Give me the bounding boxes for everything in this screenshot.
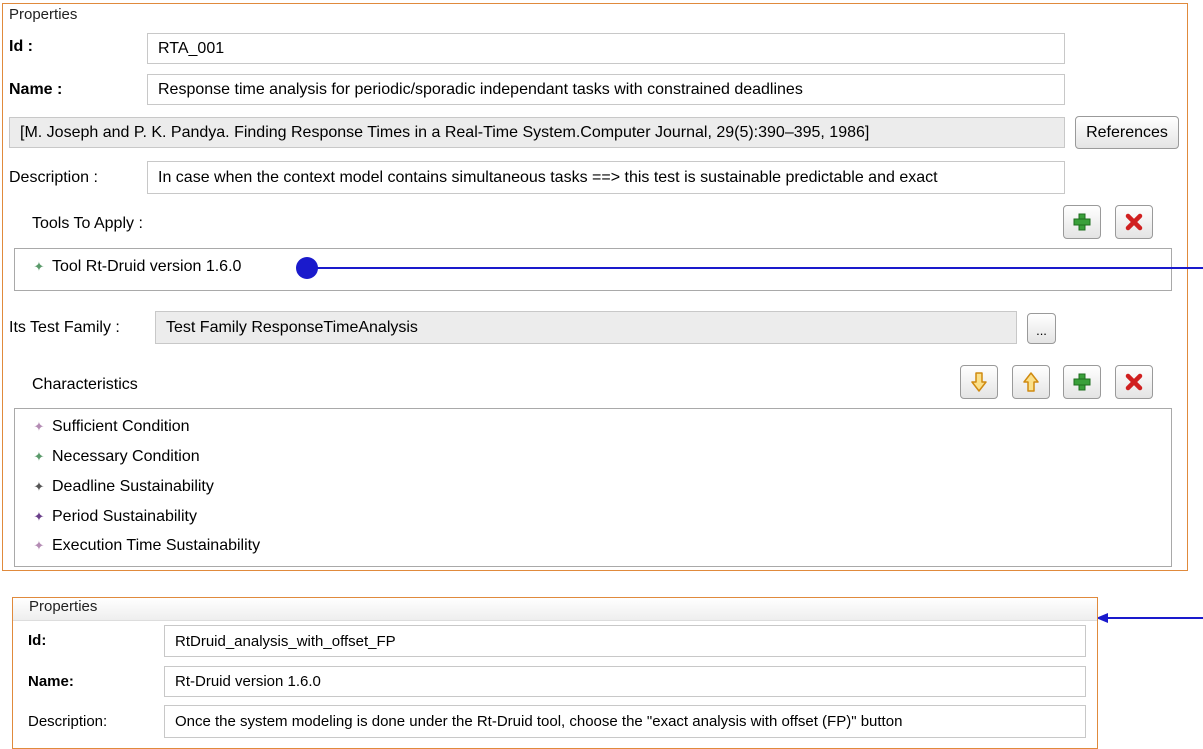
browse-button[interactable]: ... [1027, 313, 1056, 344]
characteristic-label: Deadline Sustainability [52, 478, 214, 495]
description-value: Once the system modeling is done under t… [175, 713, 903, 730]
test-family-field: Test Family ResponseTimeAnalysis [155, 311, 1017, 344]
plus-icon [1073, 373, 1091, 391]
arrow-up-icon [1023, 372, 1039, 392]
test-family-label: Its Test Family : [9, 319, 120, 336]
description-field[interactable]: Once the system modeling is done under t… [164, 705, 1086, 738]
pink-diamond-icon: ✦ [33, 538, 45, 553]
add-characteristic-button[interactable] [1063, 365, 1101, 399]
move-down-button[interactable] [960, 365, 998, 399]
properties-header-bar [13, 598, 1097, 621]
name-label: Name: [28, 673, 74, 690]
green-diamond-icon: ✦ [33, 449, 45, 464]
characteristics-list[interactable]: ✦ Sufficient Condition ✦ Necessary Condi… [14, 408, 1172, 567]
list-item[interactable]: ✦ Execution Time Sustainability [31, 537, 261, 555]
properties-legend: Properties [29, 598, 98, 615]
test-family-value: Test Family ResponseTimeAnalysis [166, 318, 418, 336]
delete-icon [1125, 373, 1143, 391]
move-up-button[interactable] [1012, 365, 1050, 399]
characteristic-label: Execution Time Sustainability [52, 537, 261, 554]
characteristic-label: Period Sustainability [52, 508, 197, 525]
browse-button-label: ... [1036, 323, 1047, 338]
id-label: Id: [28, 632, 47, 649]
list-item[interactable]: ✦ Necessary Condition [31, 448, 200, 466]
purple-diamond-icon: ✦ [33, 509, 45, 524]
id-value: RtDruid_analysis_with_offset_FP [175, 632, 396, 650]
list-item[interactable]: ✦ Deadline Sustainability [31, 478, 214, 496]
remove-characteristic-button[interactable] [1115, 365, 1153, 399]
dark-diamond-icon: ✦ [33, 479, 45, 494]
name-field[interactable]: Rt-Druid version 1.6.0 [164, 666, 1086, 697]
pink-diamond-icon: ✦ [33, 419, 45, 434]
characteristics-label: Characteristics [32, 376, 138, 393]
characteristic-label: Sufficient Condition [52, 418, 190, 435]
arrow-down-icon [971, 372, 987, 392]
id-field[interactable]: RtDruid_analysis_with_offset_FP [164, 625, 1086, 657]
list-item[interactable]: ✦ Sufficient Condition [31, 418, 190, 436]
characteristic-label: Necessary Condition [52, 448, 200, 465]
list-item[interactable]: ✦ Period Sustainability [31, 508, 197, 526]
name-value: Rt-Druid version 1.6.0 [175, 673, 321, 690]
description-label: Description: [28, 713, 108, 730]
